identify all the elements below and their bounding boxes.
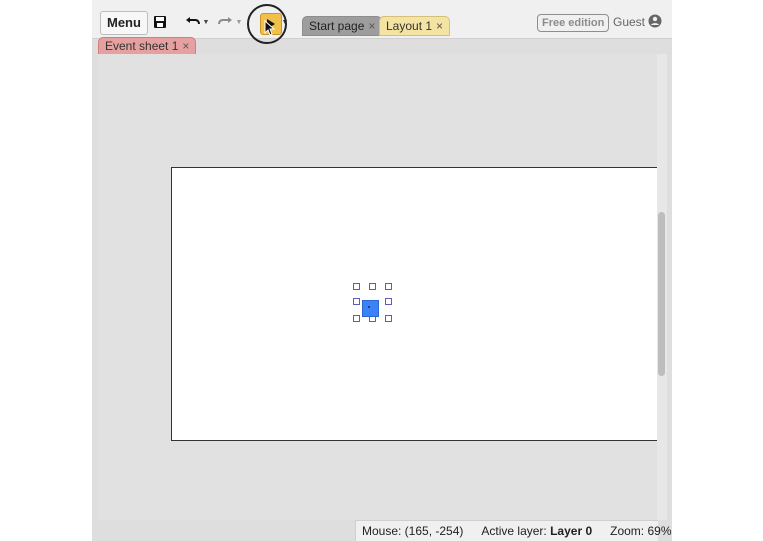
selection-handle[interactable] [353, 283, 360, 290]
mouse-position: Mouse: (165, -254) [362, 524, 464, 538]
selected-sprite[interactable] [362, 300, 379, 317]
selection-handle[interactable] [385, 298, 392, 305]
tab-label: Start page [309, 19, 365, 33]
active-layer: Active layer: Layer 0 [481, 524, 592, 538]
vertical-scrollbar-thumb[interactable] [658, 212, 665, 376]
selection-handle[interactable] [353, 315, 360, 322]
undo-button[interactable] [184, 14, 202, 30]
mouse-cursor-icon [264, 20, 276, 36]
selection-handle[interactable] [385, 315, 392, 322]
status-bar: Mouse: (165, -254) Active layer: Layer 0… [355, 520, 671, 541]
editor-window: Menu ▼ ▼ ▼ Start page × Layout 1 × Free … [92, 0, 672, 541]
close-icon[interactable]: × [182, 38, 189, 55]
user-avatar-icon[interactable] [648, 14, 662, 28]
redo-icon [218, 17, 232, 25]
menu-button[interactable]: Menu [100, 11, 148, 35]
tab-start-page[interactable]: Start page × [302, 16, 383, 36]
edition-badge[interactable]: Free edition [537, 14, 610, 32]
redo-button[interactable] [216, 14, 234, 30]
top-toolbar: Menu ▼ ▼ ▼ Start page × Layout 1 × Free … [92, 0, 672, 44]
close-icon[interactable]: × [436, 17, 443, 35]
layout-canvas[interactable] [171, 167, 659, 441]
redo-dropdown-icon[interactable]: ▼ [235, 14, 243, 30]
undo-icon [186, 17, 200, 25]
sprite-origin-point [368, 306, 370, 308]
save-button[interactable] [149, 11, 171, 33]
close-icon[interactable]: × [368, 17, 375, 35]
zoom-level: Zoom: 69% [610, 524, 672, 538]
tab-label: Layout 1 [386, 19, 433, 33]
selection-handle[interactable] [353, 298, 360, 305]
active-layer-value: Layer 0 [550, 524, 593, 538]
tab-layout-1[interactable]: Layout 1 × [379, 16, 451, 36]
save-icon [154, 16, 166, 28]
selection-handle[interactable] [369, 283, 376, 290]
undo-dropdown-icon[interactable]: ▼ [202, 14, 210, 30]
active-layer-label: Active layer: [481, 524, 547, 538]
selection-handle[interactable] [385, 283, 392, 290]
tab-label: Event sheet 1 [105, 39, 179, 53]
guest-label[interactable]: Guest [613, 14, 645, 30]
